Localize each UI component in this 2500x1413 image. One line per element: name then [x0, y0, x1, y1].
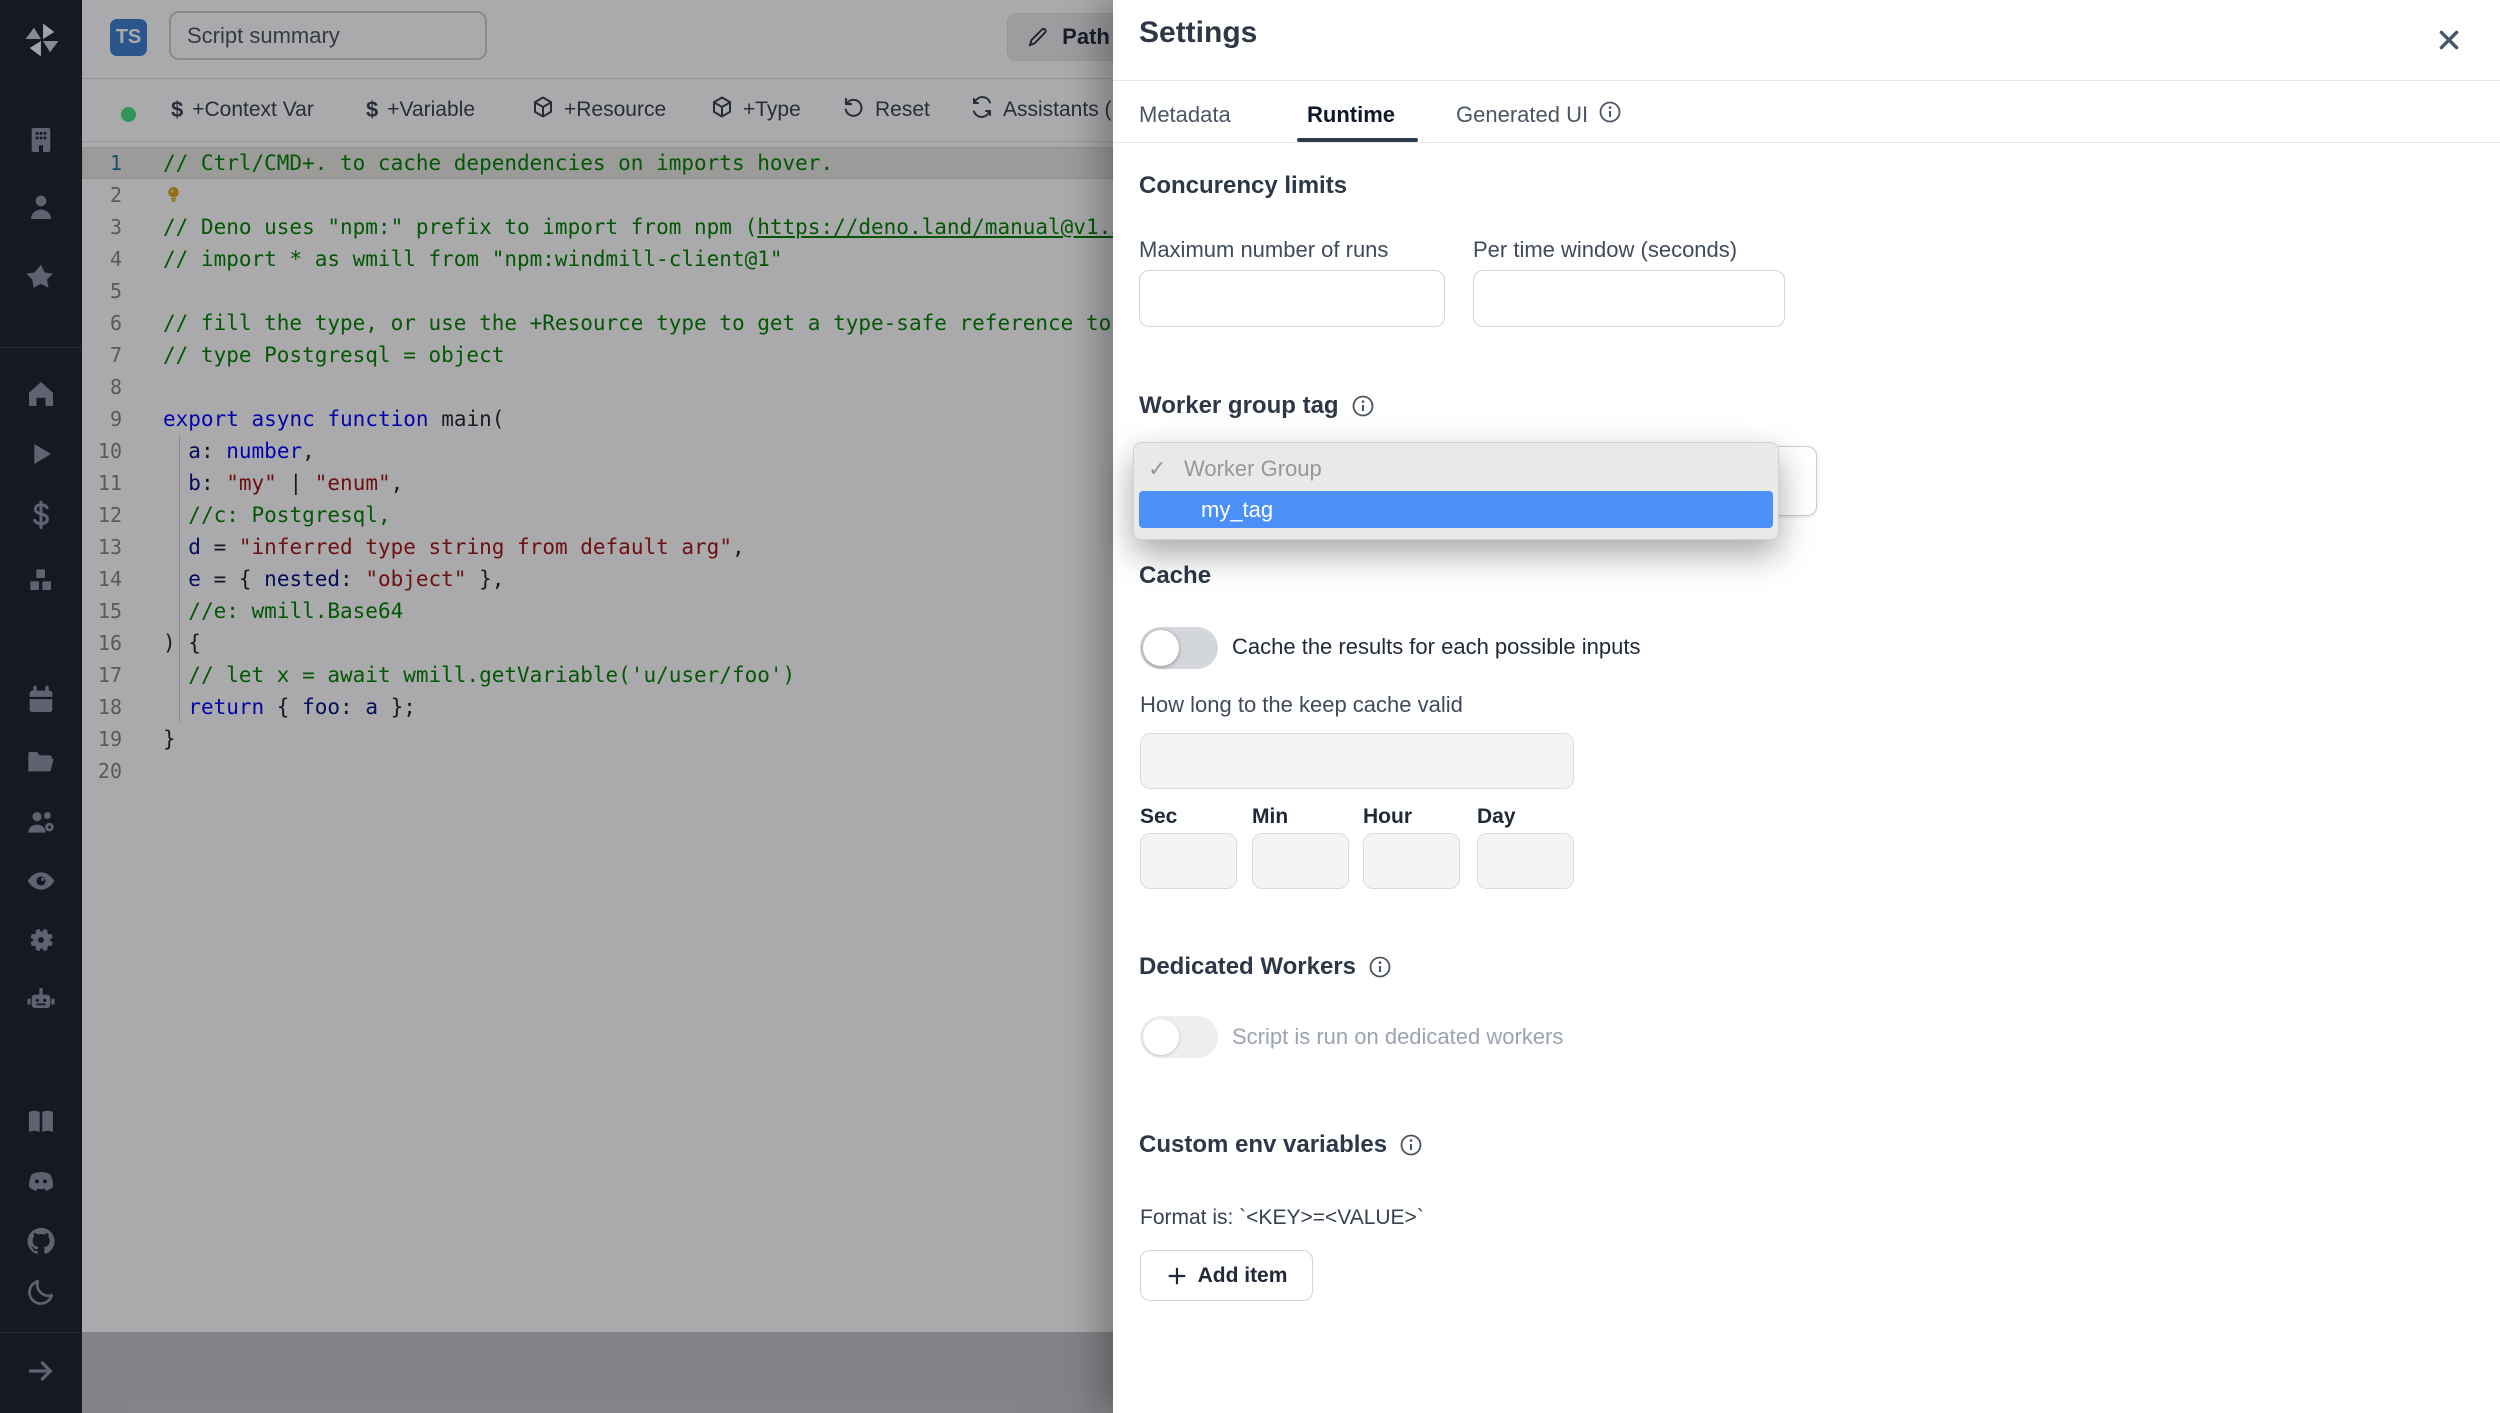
worker-group-dropdown: ✓ Worker Group my_tag [1133, 442, 1779, 540]
tab-metadata[interactable]: Metadata [1139, 88, 1231, 142]
field-label: Per time window (seconds) [1473, 237, 1738, 262]
tab-generated-ui[interactable]: Generated UI [1456, 88, 1622, 142]
tab-label: Metadata [1139, 102, 1231, 127]
close-icon [2439, 30, 2459, 50]
env-format-hint: Format is: `<KEY>=<VALUE>` [1140, 1206, 1424, 1229]
tab-runtime[interactable]: Runtime [1307, 88, 1395, 142]
dropdown-option-my_tag[interactable]: my_tag [1139, 491, 1773, 528]
tabs-divider [1113, 142, 2500, 143]
info-icon[interactable] [1598, 100, 1622, 130]
dedicated-workers-toggle-label: Script is run on dedicated workers [1232, 1024, 1564, 1049]
option-label: my_tag [1201, 496, 1274, 522]
info-icon[interactable] [1399, 1133, 1423, 1157]
tab-label: Runtime [1307, 102, 1395, 127]
toggle-knob [1143, 1019, 1179, 1055]
cache-toggle-label: Cache the results for each possible inpu… [1232, 634, 1641, 659]
unit-label-sec: Sec [1140, 805, 1178, 828]
per-time-window--seconds--input[interactable] [1473, 270, 1785, 327]
worker-group-heading: Worker group tag [1139, 392, 1375, 420]
cache-heading: Cache [1139, 562, 1212, 589]
info-icon[interactable] [1351, 394, 1375, 418]
option-label: Worker Group [1184, 456, 1322, 481]
dedicated-workers-heading: Dedicated Workers [1139, 953, 1392, 981]
field-label: Maximum number of runs [1139, 237, 1389, 262]
cache-duration-input[interactable] [1140, 733, 1574, 789]
cache-duration-label: How long to the keep cache valid [1140, 692, 1463, 717]
dedicated-workers-toggle[interactable] [1140, 1016, 1218, 1058]
tab-label: Generated UI [1456, 102, 1589, 127]
app-window: TS Path $+Context Var$+Variable+Resource… [0, 0, 2500, 1413]
toggle-knob [1143, 630, 1179, 666]
dropdown-option-worker-group[interactable]: ✓ Worker Group [1134, 447, 1778, 491]
add-item-button[interactable]: Add item [1140, 1250, 1313, 1301]
add-item-label: Add item [1197, 1263, 1288, 1287]
checkmark-icon: ✓ [1148, 456, 1167, 481]
settings-panel: Settings Metadata Runtime Generated UI Con… [1113, 0, 2500, 1413]
custom-env-heading: Custom env variables [1139, 1131, 1423, 1159]
header-divider [1113, 80, 2500, 81]
cache-day-input[interactable] [1477, 833, 1574, 889]
unit-label-min: Min [1252, 805, 1289, 828]
close-button[interactable] [2431, 22, 2467, 58]
cache-hour-input[interactable] [1363, 833, 1460, 889]
info-icon[interactable] [1368, 955, 1392, 979]
cache-min-input[interactable] [1252, 833, 1349, 889]
cache-sec-input[interactable] [1140, 833, 1237, 889]
maximum-number-of-runs-input[interactable] [1139, 270, 1445, 327]
unit-label-hour: Hour [1363, 805, 1412, 828]
cache-toggle[interactable] [1140, 627, 1218, 669]
drawer-backdrop[interactable] [0, 0, 1113, 1413]
panel-title: Settings [1139, 16, 1258, 49]
concurrency-heading: Concurency limits [1139, 172, 1348, 199]
plus-icon [1168, 1267, 1186, 1284]
unit-label-day: Day [1477, 805, 1516, 828]
